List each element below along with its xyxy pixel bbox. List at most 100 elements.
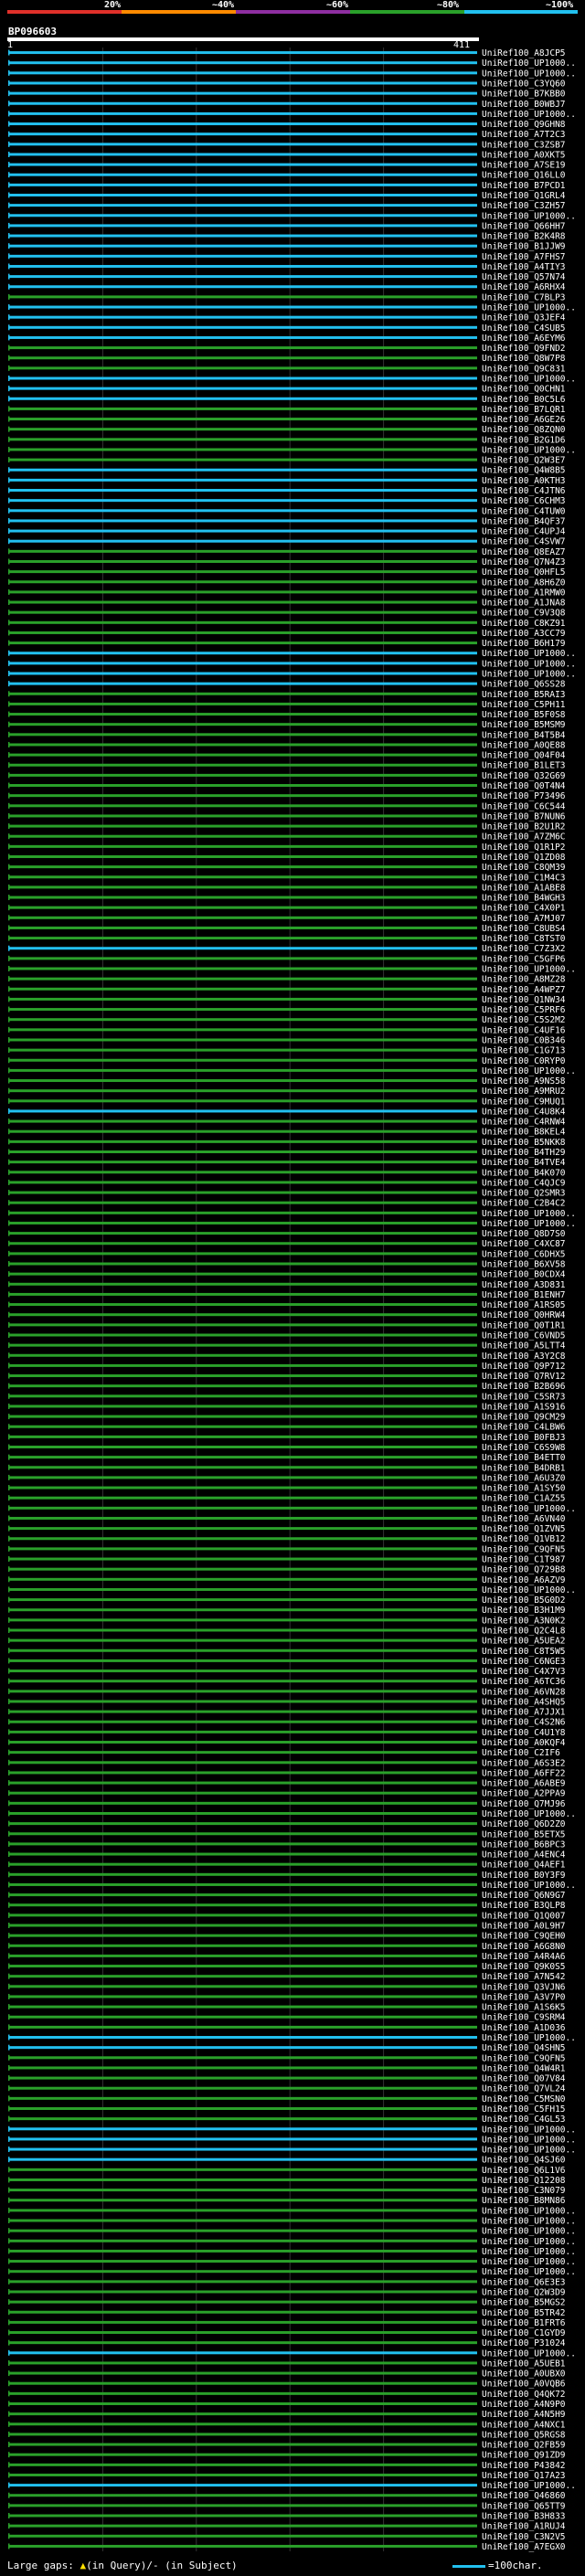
alignment-row[interactable]: UniRef100_C3YQ60	[8, 79, 566, 89]
alignment-bar[interactable]	[9, 682, 477, 685]
alignment-row[interactable]: UniRef100_C4X7V3	[8, 1667, 566, 1677]
hit-id-label[interactable]: UniRef100_B0CDX4	[482, 1270, 566, 1280]
hit-id-label[interactable]: UniRef100_C9QFN5	[482, 1544, 566, 1554]
alignment-row[interactable]: UniRef100_UP1000..	[8, 2125, 576, 2135]
alignment-row[interactable]: UniRef100_A4TIY3	[8, 262, 566, 272]
alignment-bar[interactable]	[9, 163, 477, 166]
alignment-row[interactable]: UniRef100_A7N542	[8, 1972, 566, 1982]
alignment-bar[interactable]	[9, 111, 477, 115]
hit-id-label[interactable]: UniRef100_UP1000..	[482, 2217, 576, 2227]
alignment-bar[interactable]	[9, 2300, 477, 2304]
alignment-row[interactable]: UniRef100_C9V3Q8	[8, 609, 566, 619]
alignment-bar[interactable]	[9, 1171, 477, 1174]
hit-id-label[interactable]: UniRef100_C5FH15	[482, 2104, 566, 2115]
alignment-row[interactable]: UniRef100_UP1000..	[8, 670, 576, 680]
hit-id-label[interactable]: UniRef100_B4TH29	[482, 1148, 566, 1158]
hit-id-label[interactable]: UniRef100_UP1000..	[482, 2227, 576, 2237]
alignment-row[interactable]: UniRef100_Q5RGS8	[8, 2430, 566, 2440]
alignment-row[interactable]: UniRef100_A6AZV9	[8, 1575, 566, 1585]
alignment-row[interactable]: UniRef100_C9MUQ1	[8, 1097, 566, 1107]
hit-id-label[interactable]: UniRef100_Q9P712	[482, 1362, 566, 1372]
alignment-bar[interactable]	[9, 133, 477, 136]
alignment-row[interactable]: UniRef100_A6U3Z0	[8, 1473, 566, 1483]
alignment-bar[interactable]	[9, 1109, 477, 1113]
alignment-bar[interactable]	[9, 1353, 477, 1357]
hit-id-label[interactable]: UniRef100_C4U1Y8	[482, 1728, 566, 1738]
alignment-bar[interactable]	[9, 2209, 477, 2212]
alignment-row[interactable]: UniRef100_Q7RV12	[8, 1372, 566, 1382]
alignment-bar[interactable]	[9, 1221, 477, 1224]
alignment-bar[interactable]	[9, 1140, 477, 1143]
hit-id-label[interactable]: UniRef100_P43842	[482, 2461, 566, 2471]
alignment-row[interactable]: UniRef100_C5GFP6	[8, 954, 566, 964]
hit-id-label[interactable]: UniRef100_A4R4A6	[482, 1952, 566, 1962]
alignment-row[interactable]: UniRef100_Q1R1P2	[8, 843, 566, 853]
alignment-row[interactable]: UniRef100_Q6E3E3	[8, 2277, 566, 2287]
alignment-row[interactable]: UniRef100_A6RHX4	[8, 282, 566, 292]
alignment-row[interactable]: UniRef100_A8H6Z0	[8, 578, 566, 588]
hit-id-label[interactable]: UniRef100_A4TIY3	[482, 262, 566, 272]
hit-id-label[interactable]: UniRef100_UP1000..	[482, 2146, 576, 2156]
alignment-bar[interactable]	[9, 1527, 477, 1531]
alignment-bar[interactable]	[9, 1425, 477, 1428]
alignment-row[interactable]: UniRef100_A0QE88	[8, 740, 566, 750]
hit-id-label[interactable]: UniRef100_A7ZM6C	[482, 832, 566, 843]
hit-id-label[interactable]: UniRef100_B1JJW9	[482, 242, 566, 252]
hit-id-label[interactable]: UniRef100_A6ABE9	[482, 1779, 566, 1789]
alignment-row[interactable]: UniRef100_A6ABE9	[8, 1779, 566, 1789]
alignment-row[interactable]: UniRef100_C6S9W8	[8, 1443, 566, 1453]
alignment-bar[interactable]	[9, 2178, 477, 2181]
alignment-row[interactable]: UniRef100_C9SRM4	[8, 2013, 566, 2023]
alignment-bar[interactable]	[9, 937, 477, 940]
alignment-row[interactable]: UniRef100_A7MJ07	[8, 914, 566, 924]
alignment-bar[interactable]	[9, 1089, 477, 1093]
alignment-row[interactable]: UniRef100_C6C544	[8, 801, 566, 811]
alignment-bar[interactable]	[9, 916, 477, 919]
alignment-row[interactable]: UniRef100_A0XKT5	[8, 150, 566, 160]
hit-id-label[interactable]: UniRef100_C9QEH0	[482, 1932, 566, 1942]
hit-id-label[interactable]: UniRef100_Q6L1V6	[482, 2166, 566, 2176]
alignment-bar[interactable]	[9, 1659, 477, 1662]
hit-id-label[interactable]: UniRef100_B5TR42	[482, 2308, 566, 2318]
alignment-bar[interactable]	[9, 1781, 477, 1785]
hit-id-label[interactable]: UniRef100_Q1R1P2	[482, 843, 566, 853]
hit-id-label[interactable]: UniRef100_Q729B8	[482, 1565, 566, 1575]
alignment-row[interactable]: UniRef100_C4S2N6	[8, 1718, 566, 1728]
alignment-row[interactable]: UniRef100_A3CC79	[8, 629, 566, 639]
alignment-bar[interactable]	[9, 1313, 477, 1317]
alignment-row[interactable]: UniRef100_Q0HRW4	[8, 1310, 566, 1320]
alignment-row[interactable]: UniRef100_B7NUN6	[8, 811, 566, 822]
hit-id-label[interactable]: UniRef100_Q4QK72	[482, 2390, 566, 2400]
hit-id-label[interactable]: UniRef100_UP1000..	[482, 965, 576, 975]
hit-id-label[interactable]: UniRef100_B5F0S8	[482, 710, 566, 720]
alignment-bar[interactable]	[9, 1761, 477, 1765]
hit-id-label[interactable]: UniRef100_C6DHX5	[482, 1249, 566, 1259]
hit-id-label[interactable]: UniRef100_A0UBX0	[482, 2369, 566, 2380]
hit-id-label[interactable]: UniRef100_B6BPC3	[482, 1839, 566, 1850]
alignment-bar[interactable]	[9, 2219, 477, 2222]
alignment-bar[interactable]	[9, 2137, 477, 2141]
alignment-row[interactable]: UniRef100_Q7MJ96	[8, 1799, 566, 1809]
alignment-bar[interactable]	[9, 885, 477, 889]
alignment-row[interactable]: UniRef100_UP1000..	[8, 2227, 576, 2237]
alignment-row[interactable]: UniRef100_C7Z3X2	[8, 944, 566, 954]
alignment-row[interactable]: UniRef100_B0Y3F9	[8, 1871, 566, 1881]
hit-id-label[interactable]: UniRef100_C2IF6	[482, 1748, 560, 1758]
alignment-bar[interactable]	[9, 2473, 477, 2476]
hit-id-label[interactable]: UniRef100_C3ZSB7	[482, 140, 566, 150]
alignment-bar[interactable]	[9, 2504, 477, 2507]
hit-id-label[interactable]: UniRef100_Q2SMR3	[482, 1189, 566, 1199]
alignment-bar[interactable]	[9, 153, 477, 156]
alignment-bar[interactable]	[9, 1018, 477, 1022]
alignment-row[interactable]: UniRef100_B4WGH3	[8, 894, 566, 904]
alignment-row[interactable]: UniRef100_A6GE26	[8, 415, 566, 425]
alignment-row[interactable]: UniRef100_Q1Q007	[8, 1911, 566, 1921]
hit-id-label[interactable]: UniRef100_C7Z3X2	[482, 944, 566, 954]
hit-id-label[interactable]: UniRef100_A7T2C3	[482, 130, 566, 140]
hit-id-label[interactable]: UniRef100_Q65TT9	[482, 2501, 566, 2511]
alignment-row[interactable]: UniRef100_B5RAI3	[8, 690, 566, 700]
alignment-row[interactable]: UniRef100_B0FBJ3	[8, 1433, 566, 1443]
hit-id-label[interactable]: UniRef100_C8T5W5	[482, 1647, 566, 1657]
alignment-bar[interactable]	[9, 620, 477, 624]
alignment-row[interactable]: UniRef100_Q9GHN8	[8, 120, 566, 130]
